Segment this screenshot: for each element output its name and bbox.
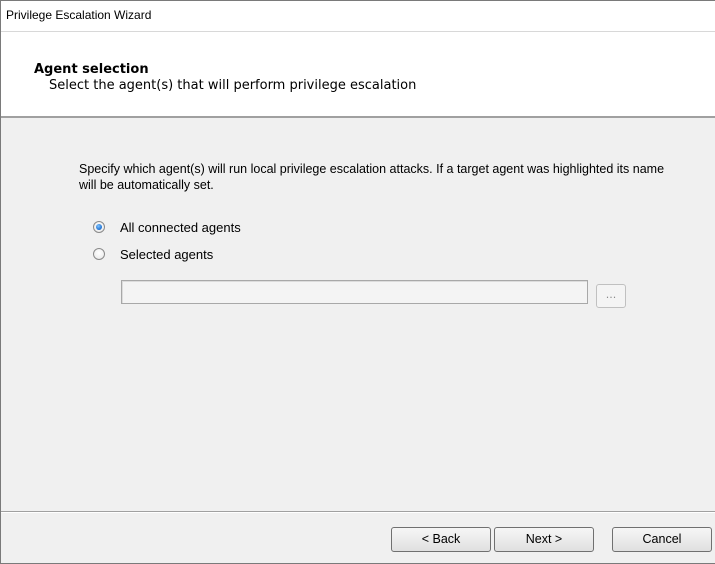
- footer-divider: [1, 511, 715, 513]
- selected-agents-field[interactable]: [121, 280, 588, 304]
- title-bar: Privilege Escalation Wizard: [1, 1, 715, 32]
- page-subtitle: Select the agent(s) that will perform pr…: [49, 78, 417, 93]
- description-text: Specify which agent(s) will run local pr…: [79, 162, 665, 192]
- next-button[interactable]: Next >: [494, 527, 594, 552]
- wizard-content: Specify which agent(s) will run local pr…: [1, 119, 715, 489]
- option-all-agents[interactable]: All connected agents: [93, 218, 241, 236]
- radio-all-agents[interactable]: [93, 221, 105, 233]
- option-selected-agents-label[interactable]: Selected agents: [120, 247, 213, 262]
- wizard-window: Privilege Escalation Wizard Agent select…: [0, 0, 715, 564]
- page-title: Agent selection: [34, 62, 149, 77]
- radio-selected-agents[interactable]: [93, 248, 105, 260]
- browse-agents-button[interactable]: ...: [596, 284, 626, 308]
- back-button[interactable]: < Back: [391, 527, 491, 552]
- window-title: Privilege Escalation Wizard: [6, 8, 152, 22]
- wizard-header: Agent selection Select the agent(s) that…: [1, 32, 715, 118]
- option-selected-agents[interactable]: Selected agents: [93, 245, 213, 263]
- cancel-button[interactable]: Cancel: [612, 527, 712, 552]
- option-all-agents-label[interactable]: All connected agents: [120, 220, 241, 235]
